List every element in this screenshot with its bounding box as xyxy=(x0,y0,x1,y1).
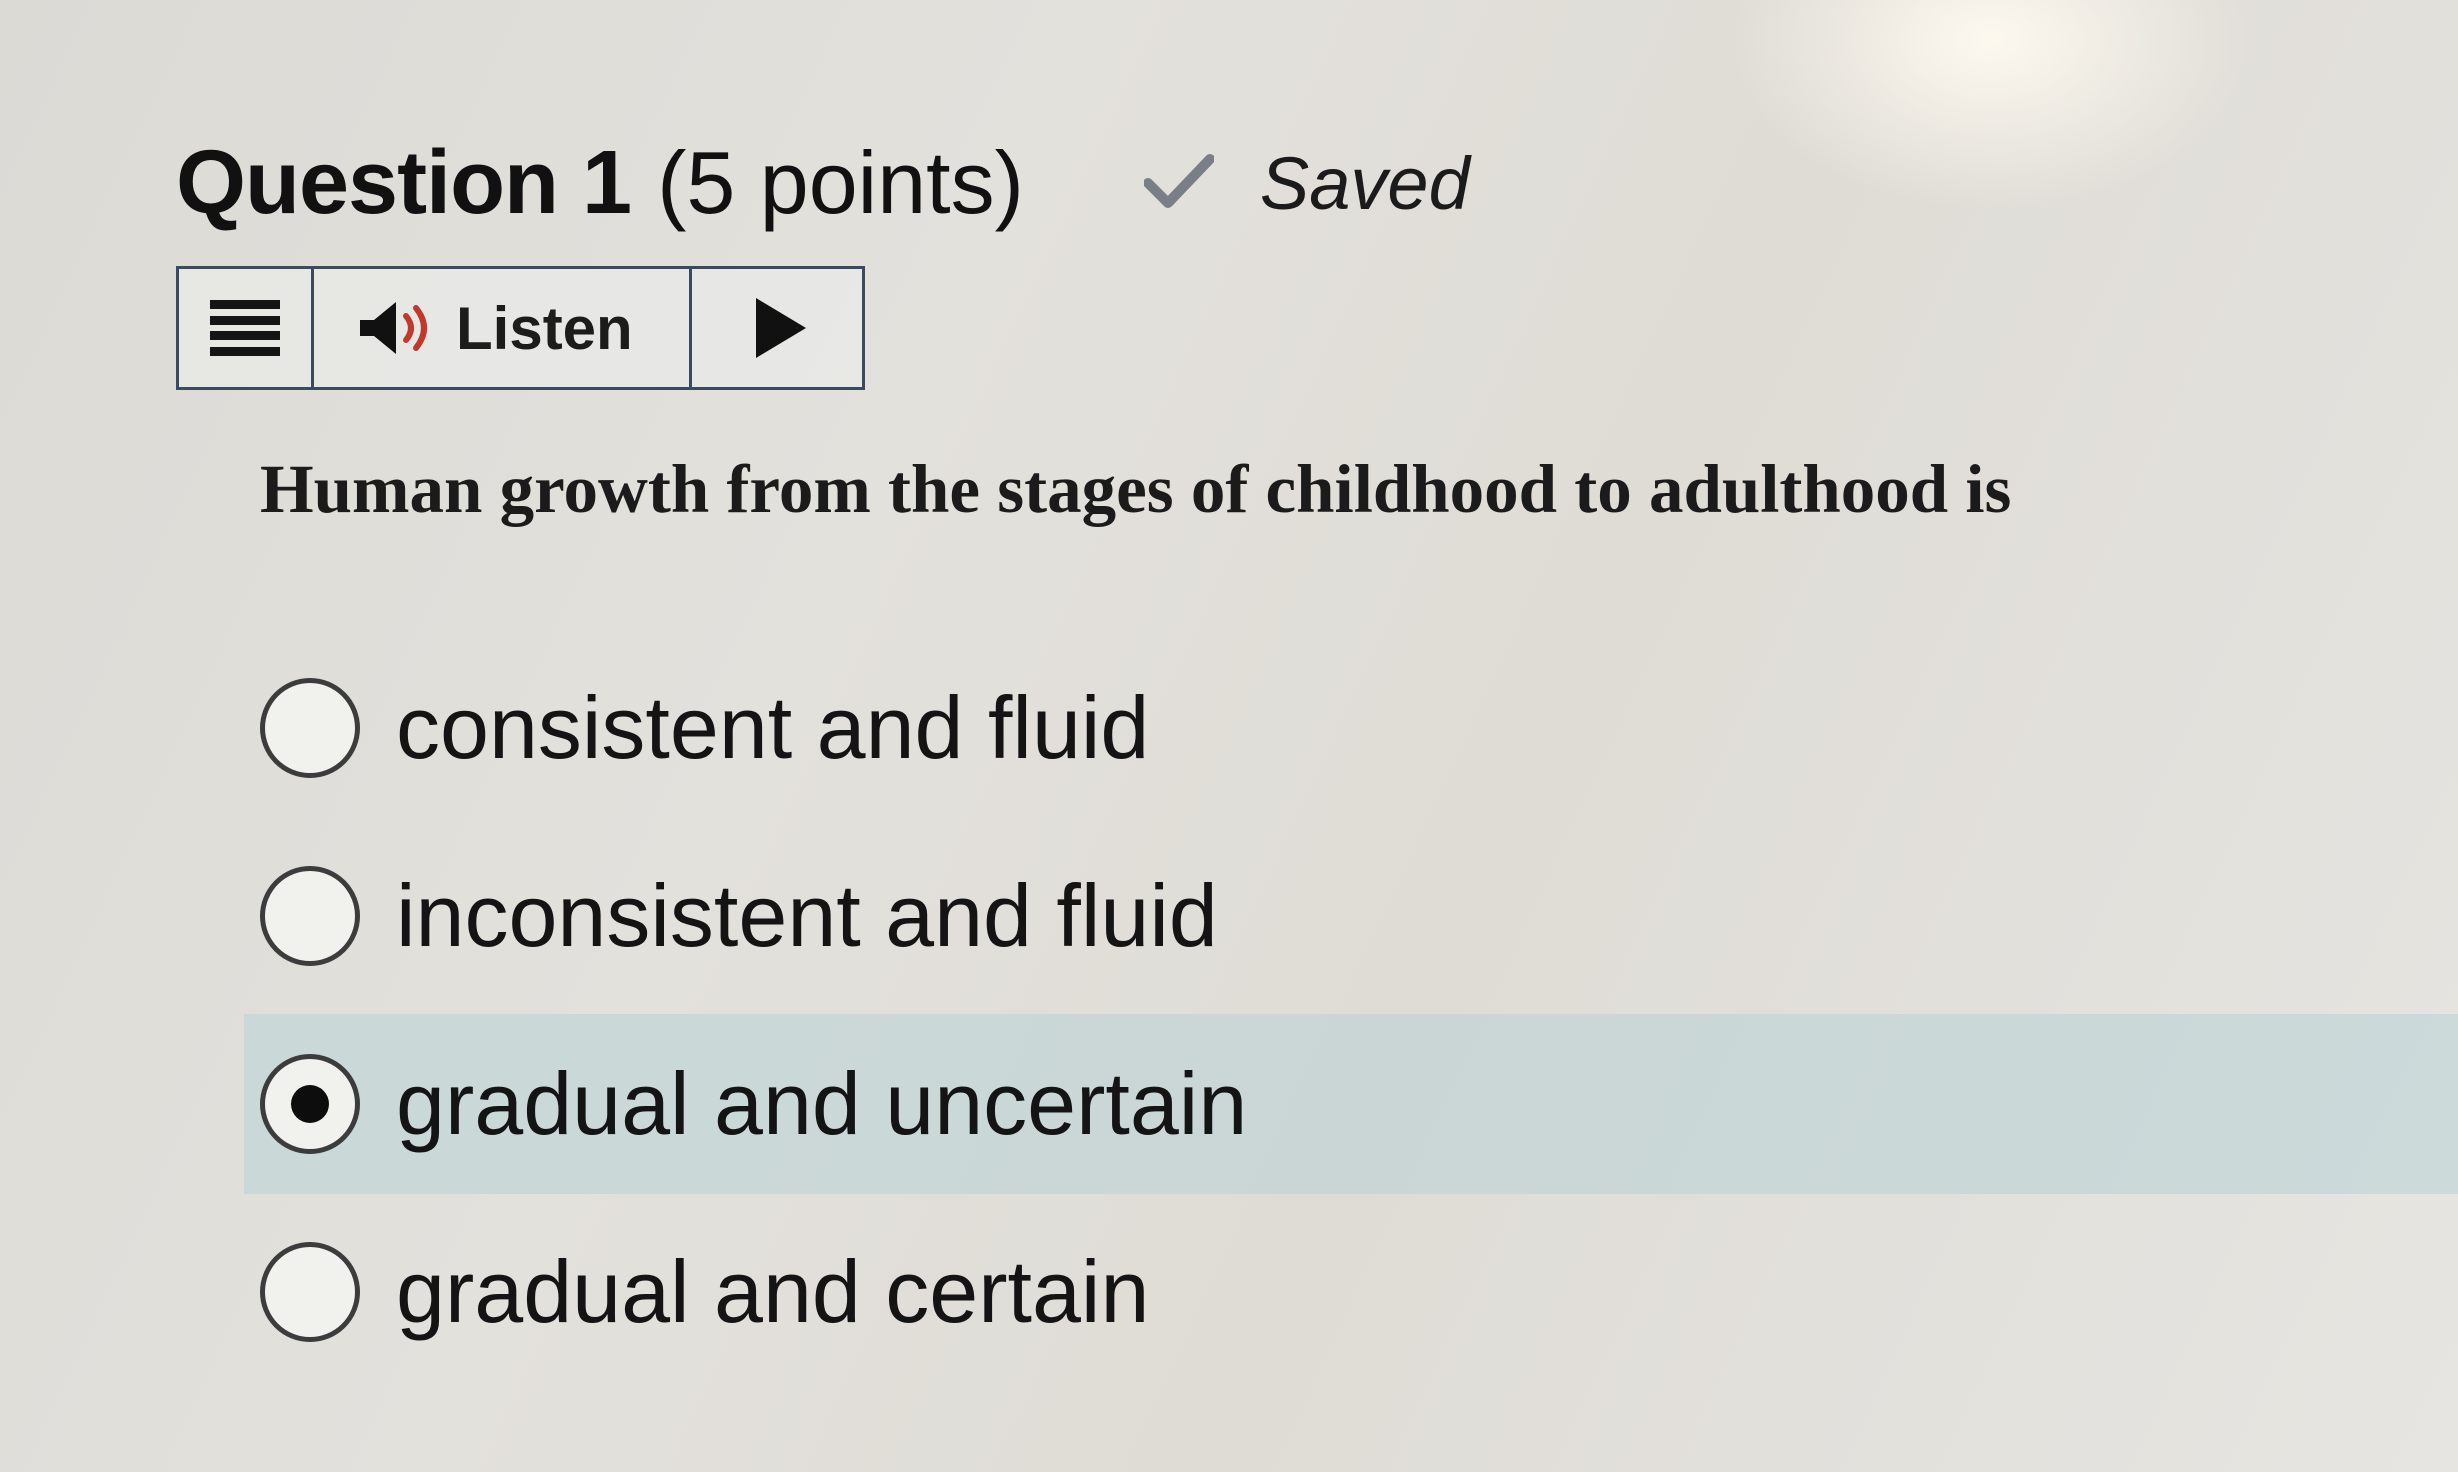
listen-button[interactable]: Listen xyxy=(314,269,692,387)
question-points: (5 points) xyxy=(657,133,1024,232)
radio-button[interactable] xyxy=(260,866,360,966)
play-button[interactable] xyxy=(692,269,862,387)
checkmark-icon xyxy=(1143,154,1214,208)
radio-button-selected[interactable] xyxy=(260,1054,360,1154)
question-title: Question 1 xyxy=(176,132,632,233)
hamburger-menu-icon xyxy=(210,300,280,356)
radio-selected-dot xyxy=(291,1085,329,1123)
question-text: Human growth from the stages of childhoo… xyxy=(260,451,2012,527)
answer-option-label: gradual and uncertain xyxy=(396,1054,1248,1153)
answer-option-label: inconsistent and fluid xyxy=(396,866,1218,965)
answer-option-1[interactable]: consistent and fluid xyxy=(244,638,2458,818)
answer-option-label: consistent and fluid xyxy=(396,678,1150,777)
answer-option-4[interactable]: gradual and certain xyxy=(244,1202,2458,1382)
play-icon xyxy=(756,298,806,358)
saved-status-text: Saved xyxy=(1259,141,1470,225)
quiz-page: Question 1 (5 points) Saved Listen Human… xyxy=(0,0,2458,1472)
speaker-icon xyxy=(360,302,427,354)
answer-option-2[interactable]: inconsistent and fluid xyxy=(244,826,2458,1006)
answer-option-label: gradual and certain xyxy=(396,1242,1150,1341)
listen-label: Listen xyxy=(456,294,633,362)
question-header: Question 1 (5 points) Saved xyxy=(176,128,1470,238)
save-status: Saved xyxy=(1143,141,1470,226)
toolbar-menu-button[interactable] xyxy=(179,269,314,387)
radio-button[interactable] xyxy=(260,678,360,778)
radio-button[interactable] xyxy=(260,1242,360,1342)
read-aloud-toolbar: Listen xyxy=(176,266,865,390)
answer-option-3[interactable]: gradual and uncertain xyxy=(244,1014,2458,1194)
